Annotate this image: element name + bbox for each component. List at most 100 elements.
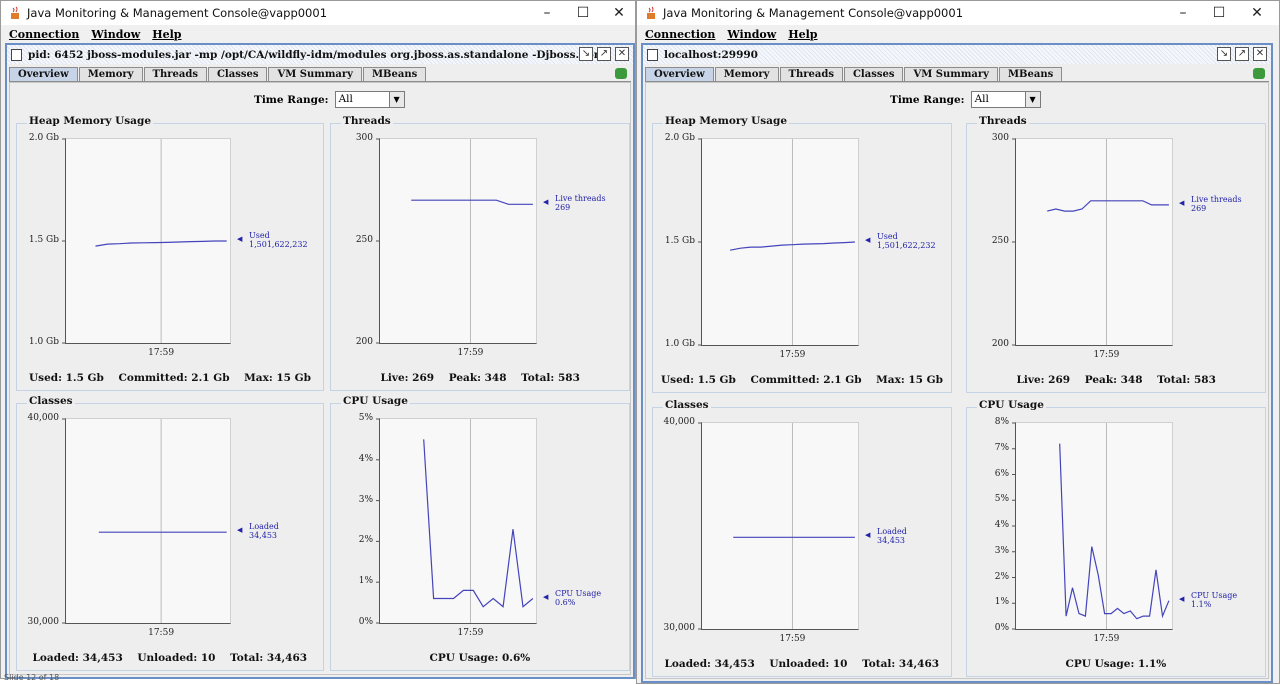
series-value: 34,453 [877,536,905,546]
threads-panel: Threads 300 250 200 17:59 ◀ Live threads 269 Li… [966,115,1266,393]
classes-panel: Classes 40,000 30,000 17:59 ◀ Loaded 34,453 Lo… [652,399,952,677]
y-tick-label: 1.5 Gb [664,236,695,246]
minimize-button[interactable]: – [1165,1,1201,25]
menu-connection[interactable]: Connection [9,28,79,41]
series-value: 269 [1191,203,1207,213]
series-label: Loaded 34,453 [249,522,279,540]
time-range-select[interactable]: All ▼ [970,91,1041,108]
series-label: CPU Usage 1.1% [1191,591,1237,609]
tab-overview[interactable]: Overview [9,67,78,82]
close-frame-icon[interactable]: ✕ [1253,47,1267,61]
classes-plot-area [62,418,231,624]
cpu-plot-area [376,418,537,624]
series-name: Used [877,232,898,241]
y-tick-label: 7% [994,442,1009,453]
y-tick-label: 1.0 Gb [28,337,59,347]
menu-help[interactable]: Help [152,28,181,41]
close-button[interactable]: ✕ [601,1,637,25]
heap-memory-panel: Heap Memory Usage 2.0 Gb 1.5 Gb 1.0 Gb 17:5… [16,115,324,391]
tab-memory[interactable]: Memory [78,67,143,82]
series-label: Loaded 34,453 [877,527,907,545]
tab-threads[interactable]: Threads [143,67,207,82]
heap-plot-area [698,138,859,346]
tab-threads[interactable]: Threads [779,67,843,82]
series-name: CPU Usage [555,588,602,598]
series-value: 269 [555,203,571,213]
y-tick-label: 4% [994,520,1009,530]
tab-memory[interactable]: Memory [714,67,779,82]
iconify-icon[interactable]: ↘ [579,47,593,61]
close-button[interactable]: ✕ [1239,1,1275,25]
restore-icon[interactable]: ↗ [1235,47,1249,61]
x-tick-label: 17:59 [148,628,175,638]
threads-series-line [1047,200,1169,212]
cpu-usage-panel: CPU Usage 5% 4% 3% 2% 1% 0% 17:59 ◀ CPU Usage 0.6… [330,395,630,671]
x-tick-label: 17:59 [779,634,806,644]
document-icon [11,48,22,61]
tab-mbeans[interactable]: MBeans [998,67,1063,82]
series-value: 34,453 [249,531,277,541]
tab-classes[interactable]: Classes [843,67,904,82]
x-tick-label: 17:59 [1093,350,1120,360]
x-tick-label: 17:59 [1093,634,1120,644]
menu-window[interactable]: Window [727,28,776,41]
overview-content: Time Range: All ▼ Heap Memory Usage 2.0 G… [9,82,631,675]
series-value: 0.6% [555,597,576,607]
chevron-down-icon[interactable]: ▼ [388,92,404,107]
heap-chart [62,138,227,344]
java-app-icon [11,6,19,19]
tab-mbeans[interactable]: MBeans [362,67,427,82]
series-label: CPU Usage 0.6% [555,589,601,607]
cpu-chart [376,418,534,624]
x-tick-label: 17:59 [457,628,484,638]
threads-plot-area [376,138,537,344]
y-tick-label: 1% [358,576,373,587]
cpu-summary: CPU Usage: 0.6% [429,652,531,664]
tab-vm-summary[interactable]: VM Summary [904,67,998,82]
tab-vm-summary[interactable]: VM Summary [268,67,362,82]
y-tick-label: 0% [994,623,1009,633]
series-marker-icon: ◀ [543,198,549,207]
heap-summary: Used: 1.5 Gb Committed: 2.1 Gb Max: 15 G… [29,372,311,384]
internal-frame-title-bar[interactable]: localhost:29990 [643,45,1271,64]
series-name: Loaded [249,522,279,532]
menu-window[interactable]: Window [91,28,140,41]
y-tick-label: 5% [994,494,1009,505]
tab-overview[interactable]: Overview [645,67,714,82]
maximize-button[interactable]: ☐ [1201,1,1237,25]
time-range-select[interactable]: All ▼ [334,91,405,108]
minimize-button[interactable]: – [529,1,565,25]
restore-icon[interactable]: ↗ [597,47,611,61]
internal-frame: localhost:29990 ↘ ↗ ✕ Overview Memory Th… [641,43,1273,683]
series-name: Live threads [1191,194,1242,204]
y-tick-label: 250 [355,235,373,245]
classes-summary: Loaded: 34,453 Unloaded: 10 Total: 34,46… [664,658,940,670]
time-range-label: Time Range: [254,93,329,106]
maximize-button[interactable]: ☐ [565,1,601,25]
iconify-icon[interactable]: ↘ [1217,47,1231,61]
y-tick-label: 2.0 Gb [664,133,695,143]
y-tick-label: 8% [994,417,1009,427]
close-frame-icon[interactable]: ✕ [615,47,629,61]
menu-bar: Connection Window Help [637,25,1279,43]
heap-plot-area [62,138,231,344]
cpu-summary: CPU Usage: 1.1% [1065,658,1167,670]
y-tick-label: 30,000 [663,623,696,633]
y-tick-label: 2% [358,535,373,546]
x-tick-label: 17:59 [457,348,484,358]
heap-memory-panel: Heap Memory Usage 2.0 Gb 1.5 Gb 1.0 Gb 17:5… [652,115,952,393]
series-name: Live threads [555,194,606,204]
menu-connection[interactable]: Connection [645,28,715,41]
internal-frame-title-bar[interactable]: pid: 6452 jboss-modules.jar -mp /opt/CA/… [7,45,633,64]
series-marker-icon: ◀ [1179,594,1185,603]
chevron-down-icon[interactable]: ▼ [1024,92,1040,107]
menu-help[interactable]: Help [788,28,817,41]
window-title: Java Monitoring & Management Console@vap… [663,6,964,20]
y-tick-label: 300 [991,133,1009,143]
series-label: Live threads 269 [555,194,606,212]
overview-content: Time Range: All ▼ Heap Memory Usage 2.0 G… [645,82,1269,679]
tab-classes[interactable]: Classes [207,67,268,82]
series-value: 1,501,622,232 [877,241,936,250]
classes-chart [698,422,855,630]
threads-plot-area [1012,138,1173,346]
